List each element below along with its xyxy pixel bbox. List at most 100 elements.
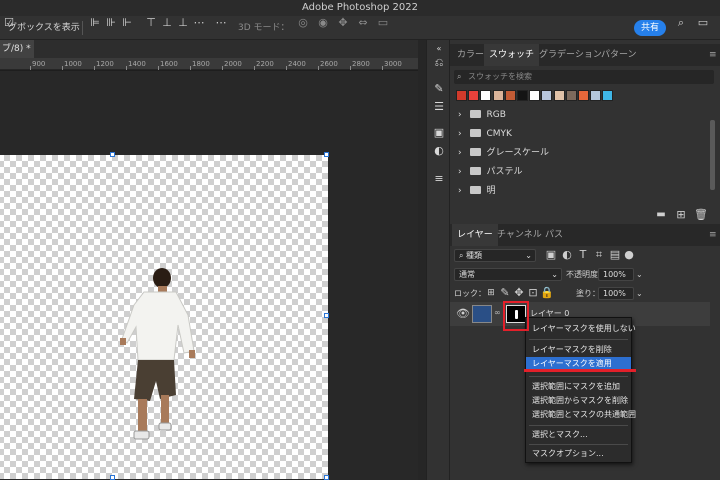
lock-all-icon[interactable]: 🔒 [540,286,554,300]
menu-item-select-and-mask[interactable]: 選択とマスク... [526,428,631,441]
show-transform-controls-label[interactable]: グボックスを表示 [8,21,80,35]
link-chain-icon[interactable]: ∞ [494,308,501,317]
align-vertical-center-icon[interactable]: ⊥ [160,16,174,30]
tab-layers[interactable]: レイヤー [452,224,498,246]
transform-handle[interactable] [324,475,329,480]
color-swatch[interactable] [456,90,467,101]
align-left-icon[interactable]: ⊫ [88,16,102,30]
filter-type-icon[interactable]: T [576,248,590,262]
swatch-folder-rgb[interactable]: › RGB [458,106,506,124]
folder-icon [470,110,482,118]
chevron-down-icon[interactable]: ⌄ [636,287,643,300]
fill-input[interactable]: 100% [598,287,634,300]
color-swatch[interactable] [541,90,553,101]
adjust-sliders-icon[interactable]: ☰ [432,100,446,114]
panel-menu-icon[interactable]: ≡ [704,44,720,66]
color-swatch[interactable] [578,90,589,101]
color-swatch[interactable] [517,90,528,101]
ruler-tick [382,66,383,70]
color-swatch[interactable] [565,90,577,101]
transform-handle[interactable] [110,475,115,480]
swatch-folder-pastel[interactable]: › パステル [458,163,522,181]
opacity-input[interactable]: 100% [598,268,634,281]
filter-shape-icon[interactable]: ⌗ [592,248,606,262]
swatch-folder-cmyk[interactable]: › CMYK [458,125,512,143]
transform-handle[interactable] [110,152,115,157]
adjustments-icon[interactable]: ◐ [432,144,446,158]
menu-item-disable-layer-mask[interactable]: レイヤーマスクを使用しない [526,322,636,335]
swatch-folder-light[interactable]: › 明 [458,182,495,200]
3d-rotate-icon[interactable]: ◎ [296,16,310,30]
3d-pan-icon[interactable]: ✥ [336,16,350,30]
color-swatch[interactable] [529,90,541,101]
filter-adjustment-icon[interactable]: ◐ [560,248,574,262]
color-swatch[interactable] [553,90,565,101]
align-right-icon[interactable]: ⊩ [120,16,134,30]
chevron-down-icon: ⌄ [525,251,532,260]
blend-mode-select[interactable]: 通常 ⌄ [454,268,562,281]
new-group-icon[interactable]: ▬ [654,208,668,222]
menu-item-subtract-mask-from-selection[interactable]: 選択範囲からマスクを削除 [526,394,631,407]
layer-filter-select[interactable]: ⌕ 種類 ⌄ [454,249,536,262]
lock-label: ロック： [454,289,486,298]
color-swatch[interactable] [492,90,504,101]
lock-transparent-icon[interactable]: ⊞ [484,286,498,300]
document-tab-bar: ブ/8) * [0,40,418,58]
align-horizontal-center-icon[interactable]: ⊪ [104,16,118,30]
brush-icon[interactable]: ✎ [432,82,446,96]
color-swatch[interactable] [602,90,614,101]
history-icon[interactable]: ⎌ [432,56,446,70]
transform-handle[interactable] [324,152,329,157]
tab-paths[interactable]: パス [540,224,568,246]
layer-thumbnail[interactable] [472,305,492,323]
ruler-label: 2400 [288,60,306,68]
workspace-icon[interactable]: ▭ [696,16,710,30]
horizontal-ruler[interactable]: 900 1000 1200 1400 1600 1800 2000 2200 2400 2600 2… [0,58,418,70]
lock-image-icon[interactable]: ✎ [498,286,512,300]
3d-roll-icon[interactable]: ◉ [316,16,330,30]
swatch-search-input[interactable]: ⌕ スウォッチを検索 [454,70,714,84]
align-top-icon[interactable]: ⊤ [144,16,158,30]
distribute-icon[interactable]: ⋯ [192,16,206,30]
search-icon[interactable]: ⌕ [674,16,688,30]
filter-toggle-icon[interactable]: ● [622,248,636,262]
collapse-dock-icon[interactable]: « [432,42,446,56]
color-swatch[interactable] [468,90,480,101]
menu-item-add-mask-to-selection[interactable]: 選択範囲にマスクを追加 [526,380,631,393]
document-tab[interactable]: ブ/8) * [0,40,34,58]
color-swatch[interactable] [480,90,492,101]
menu-item-mask-options[interactable]: マスクオプション... [526,447,631,460]
folder-label: RGB [486,110,506,120]
3d-slide-icon[interactable]: ⇔ [356,16,370,30]
libraries-icon[interactable]: ▣ [432,126,446,140]
filter-pixel-icon[interactable]: ▣ [544,248,558,262]
menu-item-delete-layer-mask[interactable]: レイヤーマスクを削除 [526,343,631,356]
lock-position-icon[interactable]: ✥ [512,286,526,300]
panel-menu-icon[interactable]: ≡ [704,224,720,246]
eye-visibility-icon[interactable]: 👁 [456,307,470,321]
trash-icon[interactable]: 🗑 [694,208,708,222]
transform-handle[interactable] [324,313,329,318]
document-canvas[interactable] [0,152,329,480]
more-options-icon[interactable]: ⋯ [214,16,228,30]
share-button[interactable]: 共有 [634,20,666,36]
color-swatch[interactable] [504,90,516,101]
ruler-label: 2600 [320,60,338,68]
align-bottom-icon[interactable]: ⊥ [176,16,190,30]
layer-mask-context-menu: レイヤーマスクを使用しない レイヤーマスクを削除 レイヤーマスクを適用 選択範囲… [525,317,636,463]
properties-icon[interactable]: ≡ [432,172,446,186]
panel-divider[interactable] [418,40,426,480]
swatch-folder-grayscale[interactable]: › グレースケール [458,144,549,162]
tab-swatches[interactable]: スウォッチ [484,44,540,66]
filter-smart-object-icon[interactable]: ▤ [608,248,622,262]
canvas-area[interactable] [0,71,418,480]
new-swatch-icon[interactable]: ⊞ [674,208,688,222]
color-swatch[interactable] [590,90,602,101]
swatches-scrollbar[interactable] [710,120,715,190]
3d-scale-icon[interactable]: ▭ [376,16,390,30]
menu-item-intersect-mask-with-selection[interactable]: 選択範囲とマスクの共通範囲 [526,408,636,421]
tab-channels[interactable]: チャンネル [492,224,547,246]
tab-pattern[interactable]: パターン [596,44,642,66]
lock-artboard-icon[interactable]: ⊡ [526,286,540,300]
chevron-down-icon[interactable]: ⌄ [636,268,643,281]
